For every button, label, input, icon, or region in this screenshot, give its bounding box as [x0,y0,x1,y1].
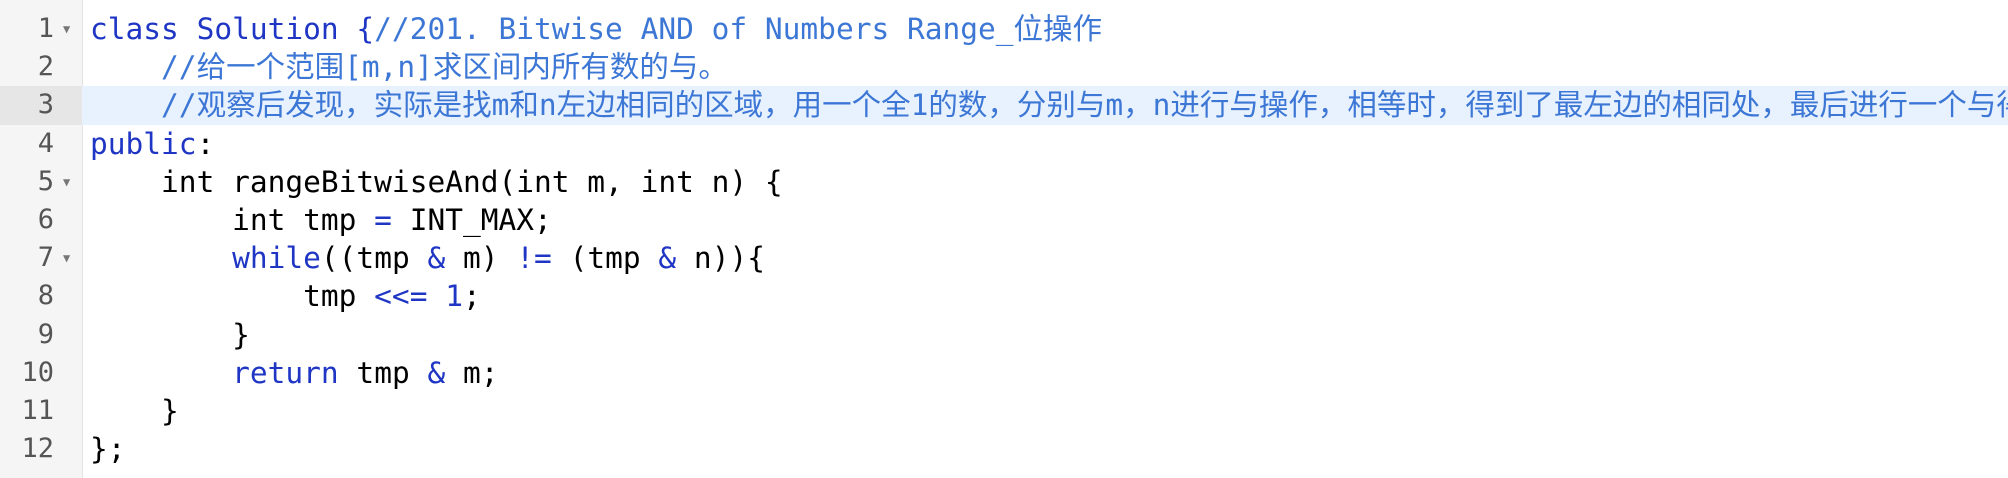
code-text[interactable]: int rangeBitwiseAnd(int m, int n) { [82,163,2008,201]
code-line[interactable]: 9 } [0,316,2008,354]
line-gutter-cell: 9 [0,316,82,354]
line-number: 2 [37,51,54,83]
code-token: (tmp [551,241,659,276]
line-number: 8 [37,280,54,312]
code-token: m; [445,355,499,390]
code-line[interactable]: 3 //观察后发现，实际是找m和n左边相同的区域，用一个全1的数，分别与m，n进… [0,86,2008,125]
fold-toggle-icon[interactable]: ▼ [63,239,70,277]
code-line[interactable]: 8 tmp <<= 1; [0,277,2008,315]
code-text[interactable]: while((tmp & m) != (tmp & n)){ [82,239,2008,277]
line-gutter-cell: 5 ▼ [0,163,82,201]
fold-toggle-icon[interactable]: ▼ [63,10,70,48]
code-token: & [658,241,677,276]
line-gutter-cell: 10 [0,354,82,392]
line-gutter-cell: 8 [0,277,82,315]
code-text[interactable]: } [82,392,2008,430]
code-line[interactable]: 10 return tmp & m; [0,354,2008,392]
code-token: int tmp [90,202,375,237]
line-number: 10 [21,356,54,388]
code-line[interactable]: 1 ▼ class Solution {//201. Bitwise AND of … [0,10,2008,48]
code-token: //给一个范围[m,n]求区间内所有数的与。 [161,50,728,85]
line-number: 12 [21,433,54,465]
line-gutter-cell: 2 [0,48,82,86]
code-token: : [196,126,215,161]
fold-toggle-icon[interactable]: ▼ [63,163,70,201]
line-number: 11 [21,394,54,426]
code-line[interactable]: 11 } [0,392,2008,430]
code-token: //观察后发现，实际是找m和n左边相同的区域，用一个全1的数，分别与m，n进行与… [161,88,2008,123]
code-token: //201. Bitwise AND of Numbers Range_位操作 [374,12,1103,46]
code-line[interactable]: 12}; [0,430,2008,468]
line-number: 4 [37,127,54,159]
code-token: ((tmp [320,241,428,276]
line-number: 6 [37,203,54,235]
code-text[interactable]: return tmp & m; [82,354,2008,392]
line-number: 7 [37,242,54,274]
code-token: public [90,126,197,161]
line-number: 9 [37,318,54,350]
code-token: & [427,241,446,276]
line-number: 5 [37,165,54,197]
code-token: ; [463,279,481,314]
code-lines[interactable]: 1 ▼ class Solution {//201. Bitwise AND of … [0,10,2008,468]
code-text[interactable]: class Solution {//201. Bitwise AND of Nu… [82,10,2008,48]
code-token: while [232,241,321,276]
code-line[interactable]: 7 ▼ while((tmp & m) != (tmp & n)){ [0,239,2008,277]
code-text[interactable]: int tmp = INT_MAX; [82,201,2008,239]
line-number: 3 [37,89,54,121]
line-gutter-cell: 3 [0,86,82,125]
code-text[interactable]: //观察后发现，实际是找m和n左边相同的区域，用一个全1的数，分别与m，n进行与… [82,86,2008,125]
line-gutter-cell: 4 [0,125,82,163]
code-token: INT_MAX; [391,202,552,237]
code-text[interactable]: } [82,316,2008,354]
code-token: } [90,393,179,428]
code-token: tmp [90,279,375,314]
code-text[interactable]: //给一个范围[m,n]求区间内所有数的与。 [82,48,2008,86]
code-token: n)){ [676,241,765,276]
line-gutter-cell: 11 [0,392,82,430]
code-token: int rangeBitwiseAnd(int m, int n) { [90,164,783,199]
code-token: } [90,317,250,352]
code-line[interactable]: 5 ▼ int rangeBitwiseAnd(int m, int n) { [0,163,2008,201]
code-text[interactable]: }; [82,430,2008,468]
line-gutter-cell: 1 ▼ [0,10,82,48]
code-text[interactable]: tmp <<= 1; [82,277,2008,315]
code-token: return [232,355,339,390]
code-editor[interactable]: 1 ▼ class Solution {//201. Bitwise AND of … [0,0,2008,478]
code-token: <<= [374,279,428,314]
code-token: & [427,355,446,390]
code-token: tmp [338,355,428,390]
code-token: }; [90,432,126,467]
code-line[interactable]: 6 int tmp = INT_MAX; [0,201,2008,239]
line-number: 1 [37,13,54,44]
line-gutter-cell: 12 [0,430,82,468]
code-line[interactable]: 2 //给一个范围[m,n]求区间内所有数的与。 [0,48,2008,86]
code-token: 1 [445,279,463,314]
code-text[interactable]: public: [82,125,2008,163]
line-gutter-cell: 7 ▼ [0,239,82,277]
code-line[interactable]: 4 public: [0,125,2008,163]
code-token: m) [445,241,517,276]
code-token: != [516,241,552,276]
code-token: = [374,202,392,237]
line-gutter-cell: 6 [0,201,82,239]
code-token: class Solution { [90,12,375,46]
